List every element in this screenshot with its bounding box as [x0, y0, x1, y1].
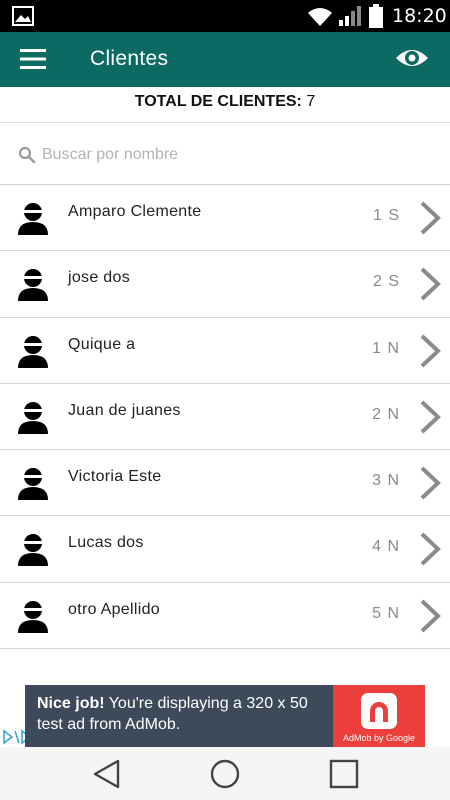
user-icon — [18, 335, 48, 368]
gallery-icon — [12, 6, 34, 26]
client-count: 5 N — [372, 604, 400, 622]
chevron-right-icon[interactable] — [418, 531, 442, 567]
battery-icon — [369, 4, 383, 28]
client-name: jose dos — [68, 269, 130, 287]
signal-icon — [339, 6, 361, 26]
navigation-bar — [0, 747, 450, 800]
user-icon — [18, 269, 48, 302]
status-time: 18:20 — [392, 5, 447, 27]
client-row[interactable]: Juan de juanes 2 N — [0, 384, 450, 451]
total-value: 7 — [306, 93, 316, 110]
user-icon — [18, 600, 48, 633]
total-clients: TOTAL DE CLIENTES: 7 — [0, 87, 450, 123]
client-count: 2 S — [372, 273, 400, 291]
ad-text: Nice job! You're displaying a 320 x 50 t… — [37, 693, 337, 735]
page-title: Clientes — [90, 47, 169, 70]
client-row[interactable]: Amparo Clemente 1 S — [0, 185, 450, 252]
user-icon — [18, 401, 48, 434]
client-row[interactable]: Victoria Este 3 N — [0, 450, 450, 517]
search-input[interactable] — [42, 142, 422, 168]
client-row[interactable]: otro Apellido 5 N — [0, 583, 450, 650]
chevron-right-icon[interactable] — [418, 333, 442, 369]
client-count: 2 N — [372, 405, 400, 423]
user-icon — [18, 534, 48, 567]
user-icon — [18, 468, 48, 501]
client-name: Amparo Clemente — [68, 203, 202, 220]
client-row[interactable]: Quique a 1 N — [0, 318, 450, 384]
total-label: TOTAL DE CLIENTES: — [134, 93, 302, 110]
ad-brand: AdMob by Google — [342, 733, 416, 743]
chevron-right-icon[interactable] — [418, 598, 442, 634]
chevron-right-icon[interactable] — [418, 266, 442, 302]
ad-content[interactable]: Nice job! You're displaying a 320 x 50 t… — [25, 685, 425, 747]
chevron-right-icon[interactable] — [418, 399, 442, 435]
chevron-right-icon[interactable] — [418, 465, 442, 501]
recents-icon[interactable] — [327, 757, 361, 791]
client-name: Juan de juanes — [68, 401, 181, 419]
client-count: 3 N — [372, 472, 400, 490]
admob-logo: AdMob by Google — [333, 685, 425, 747]
client-row[interactable]: jose dos 2 S — [0, 251, 450, 318]
home-icon[interactable] — [208, 757, 242, 791]
client-name: Lucas dos — [68, 534, 144, 552]
wifi-icon — [308, 8, 332, 26]
client-list: Amparo Clemente 1 S jose dos 2 S Quique … — [0, 185, 450, 650]
back-icon[interactable] — [90, 757, 124, 791]
client-count: 1 S — [372, 207, 400, 224]
ad-banner[interactable]: Nice job! You're displaying a 320 x 50 t… — [0, 685, 450, 747]
search-bar — [0, 124, 450, 185]
client-count: 4 N — [372, 538, 400, 556]
app-bar: Clientes — [0, 32, 450, 87]
admob-icon — [361, 693, 397, 729]
client-name: otro Apellido — [68, 600, 160, 618]
client-count: 1 N — [372, 339, 400, 357]
user-icon — [18, 203, 48, 235]
status-bar: 18:20 — [0, 0, 450, 32]
eye-icon[interactable] — [394, 44, 430, 72]
chevron-right-icon[interactable] — [418, 200, 442, 236]
client-row[interactable]: Lucas dos 4 N — [0, 516, 450, 583]
client-name: Quique a — [68, 335, 136, 353]
hamburger-icon[interactable] — [20, 48, 46, 70]
ad-headline: Nice job! — [37, 695, 105, 712]
client-name: Victoria Este — [68, 468, 162, 486]
search-icon — [18, 146, 36, 164]
